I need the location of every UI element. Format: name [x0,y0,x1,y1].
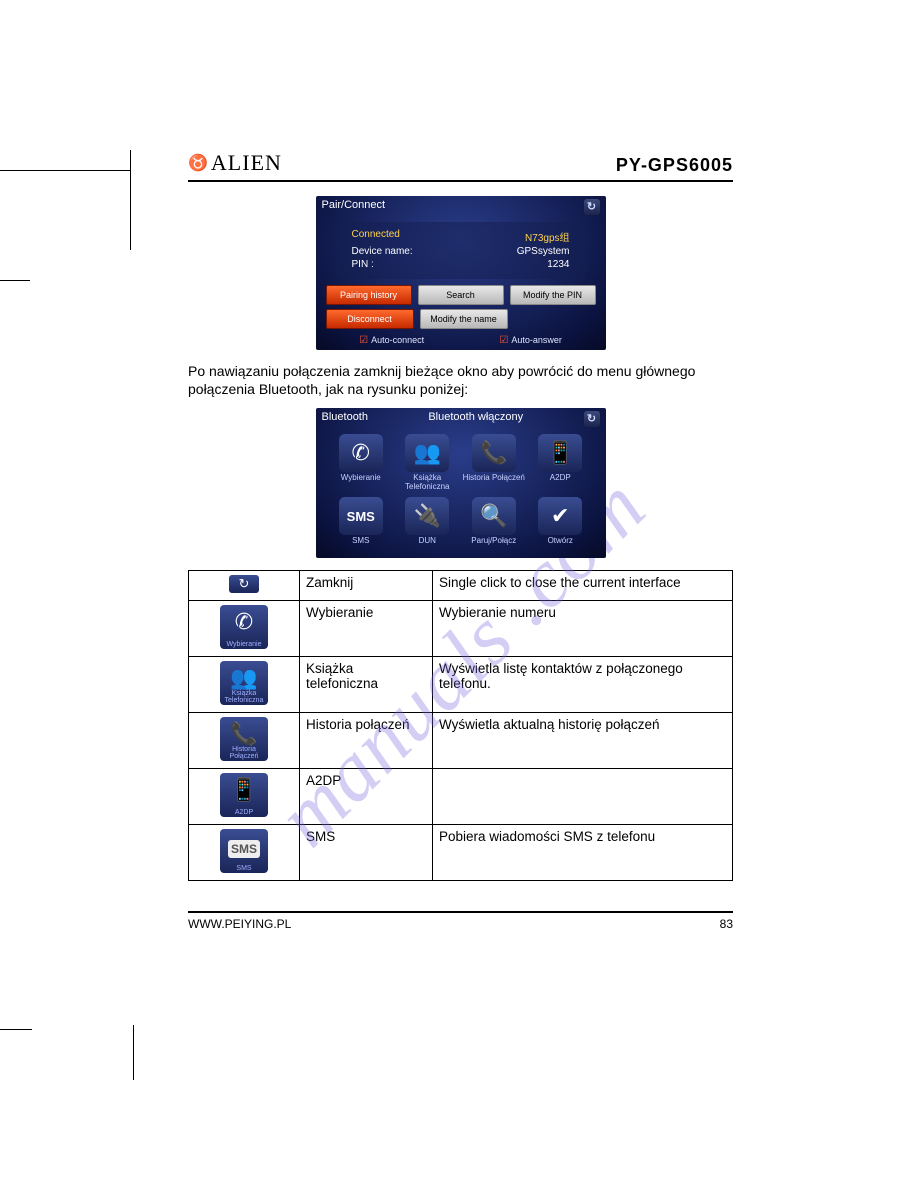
row-name: Wybieranie [300,600,433,656]
close-icon: ↻ [584,411,600,427]
row-desc: Wyświetla listę kontaktów z połączonego … [433,656,733,712]
menu-label: Wybieranie [330,474,393,482]
page-footer: WWW.PEIYING.PL 83 [188,911,733,931]
page-number: 83 [720,917,733,931]
disconnect-button[interactable]: Disconnect [326,309,414,329]
row-icon: 👥Książka Telefoniczna [220,661,268,705]
page-header: ♉ALIEN PY-GPS6005 [188,150,733,182]
search-button[interactable]: Search [418,285,504,305]
menu-label: Paruj/Połącz [463,537,526,545]
menu-icon: ✆ [339,434,383,472]
instruction-text: Po nawiązaniu połączenia zamknij bieżące… [188,362,733,398]
row-name: SMS [300,824,433,880]
brand-icon: ♉ [188,155,209,172]
bt-menu-item[interactable]: 📞 Historia Połączeń [463,434,526,491]
menu-icon: 👥 [405,434,449,472]
bt-menu-item[interactable]: ✔ Otwórz [529,497,592,545]
row-name: Historia połączeń [300,712,433,768]
pair-info: Connected N73gps组 Device name: GPSsystem P… [336,222,586,279]
row-name: Książka telefoniczna [300,656,433,712]
menu-icon: 🔍 [472,497,516,535]
brand-text: ALIEN [211,150,282,175]
row-icon: 📱A2DP [220,773,268,817]
table-row: SMSSMSSMSPobiera wiadomości SMS z telefo… [189,824,733,880]
table-row: ✆Wybieranie WybieranieWybieranie numeru [189,600,733,656]
bt-menu-item[interactable]: ✆ Wybieranie [330,434,393,491]
bt-menu-item[interactable]: 👥 Książka Telefoniczna [396,434,459,491]
row-icon: ↻ [229,575,259,593]
menu-label: Historia Połączeń [463,474,526,482]
status-value: N73gps组 [525,229,569,244]
modify-name-button[interactable]: Modify the name [420,309,508,329]
menu-icon: SMS [339,497,383,535]
menu-label: Książka Telefoniczna [396,474,459,491]
row-icon: 📞Historia Połączeń [220,717,268,761]
device-value: GPSsystem [517,246,570,257]
model-number: PY-GPS6005 [616,155,733,176]
pair-title: Pair/Connect [322,199,386,215]
pin-label: PIN : [352,259,374,270]
row-desc [433,768,733,824]
modify-pin-button[interactable]: Modify the PIN [510,285,596,305]
menu-label: DUN [396,537,459,545]
menu-label: SMS [330,537,393,545]
bt-menu-item[interactable]: SMS SMS [330,497,393,545]
row-icon: ✆Wybieranie [220,605,268,649]
device-label: Device name: [352,246,413,257]
row-desc: Single click to close the current interf… [433,570,733,600]
menu-label: A2DP [529,474,592,482]
brand: ♉ALIEN [188,150,282,176]
status-label: Connected [352,229,400,244]
row-desc: Wyświetla aktualną historię połączeń [433,712,733,768]
footer-url: WWW.PEIYING.PL [188,917,291,931]
bt-menu-item[interactable]: 🔌 DUN [396,497,459,545]
row-name: A2DP [300,768,433,824]
pair-connect-screenshot: Pair/Connect ↻ Connected N73gps组 Device n… [316,196,606,350]
bt-status: Bluetooth włączony [368,411,584,427]
close-icon: ↻ [584,199,600,215]
auto-connect-check[interactable]: Auto-connect [359,335,424,346]
bt-menu-item[interactable]: 🔍 Paruj/Połącz [463,497,526,545]
table-row: ↻ ZamknijSingle click to close the curren… [189,570,733,600]
menu-icon: 📞 [472,434,516,472]
manual-page: manuals .com ♉ALIEN PY-GPS6005 Pair/Conn… [188,150,733,1080]
bluetooth-menu-screenshot: Bluetooth Bluetooth włączony ↻ ✆ Wybieran… [316,408,606,557]
row-name: Zamknij [300,570,433,600]
menu-icon: ✔ [538,497,582,535]
icon-description-table: ↻ ZamknijSingle click to close the curren… [188,570,733,881]
menu-icon: 📱 [538,434,582,472]
row-icon: SMSSMS [220,829,268,873]
row-desc: Pobiera wiadomości SMS z telefonu [433,824,733,880]
bt-menu-item[interactable]: 📱 A2DP [529,434,592,491]
row-desc: Wybieranie numeru [433,600,733,656]
pin-value: 1234 [547,259,569,270]
pairing-history-button[interactable]: Pairing history [326,285,412,305]
table-row: 👥Książka Telefoniczna Książka telefoniczn… [189,656,733,712]
menu-icon: 🔌 [405,497,449,535]
auto-answer-check[interactable]: Auto-answer [499,335,562,346]
table-row: 📱A2DP A2DP [189,768,733,824]
bt-title: Bluetooth [322,411,368,427]
menu-label: Otwórz [529,537,592,545]
table-row: 📞Historia Połączeń Historia połączeńWyświ… [189,712,733,768]
